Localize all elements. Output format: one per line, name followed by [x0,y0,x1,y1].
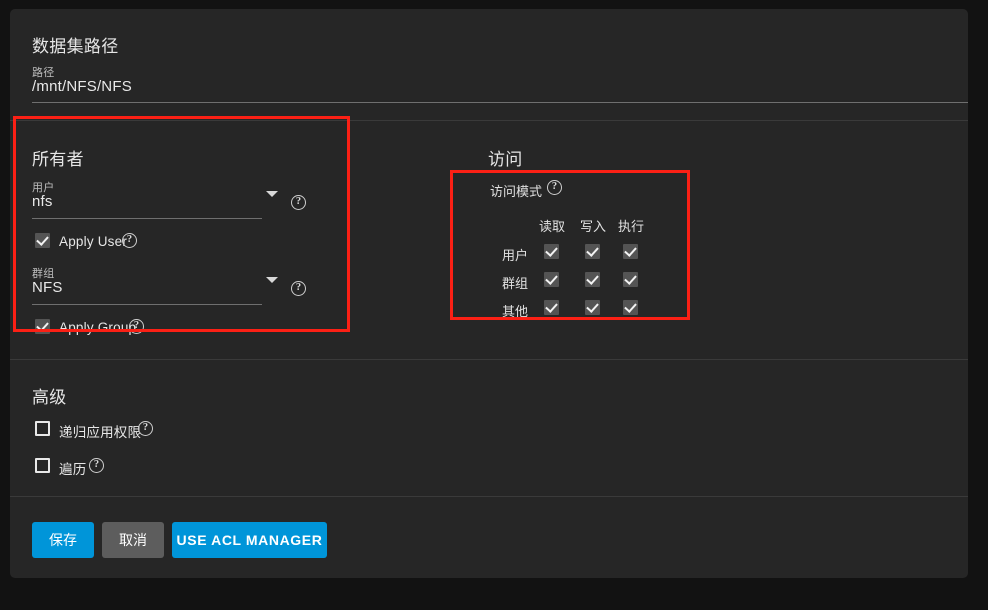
help-icon[interactable]: ? [291,195,306,210]
help-icon[interactable]: ? [89,458,104,473]
recursive-apply-label: 递归应用权限 [59,425,142,440]
perm-row-other: 其他 [501,304,528,319]
help-icon[interactable]: ? [138,421,153,436]
path-field-value[interactable]: /mnt/NFS/NFS [32,78,132,95]
cancel-button[interactable]: 取消 [102,522,164,558]
perm-user-execute-checkbox[interactable] [623,244,638,259]
perm-row-group: 群组 [501,276,528,291]
group-select-underline [32,304,262,305]
path-field-underline [32,102,968,103]
perm-col-write: 写入 [579,219,606,234]
perm-row-user: 用户 [501,248,528,263]
apply-group-label: Apply Group [59,320,137,335]
access-title: 访问 [488,150,523,169]
apply-group-checkbox[interactable] [35,319,50,334]
dataset-path-title: 数据集路径 [32,37,119,56]
perm-other-execute-checkbox[interactable] [623,300,638,315]
permissions-edit-card: 数据集路径 路径 /mnt/NFS/NFS 所有者 用户 nfs ? Apply… [10,9,968,578]
help-icon[interactable]: ? [547,180,562,195]
perm-user-read-checkbox[interactable] [544,244,559,259]
perm-other-read-checkbox[interactable] [544,300,559,315]
divider-owner-advanced [10,359,968,360]
owner-title: 所有者 [32,150,84,169]
apply-user-label: Apply User [59,234,128,249]
perm-col-read: 读取 [538,219,565,234]
traverse-checkbox[interactable] [35,458,50,473]
user-select-underline [32,218,262,219]
group-select-value[interactable]: NFS [32,279,63,296]
help-icon[interactable]: ? [122,233,137,248]
advanced-title: 高级 [32,388,67,407]
help-icon[interactable]: ? [129,319,144,334]
chevron-down-icon[interactable] [266,277,278,283]
help-icon[interactable]: ? [291,281,306,296]
recursive-apply-checkbox[interactable] [35,421,50,436]
traverse-label: 遍历 [59,462,87,477]
user-select-value[interactable]: nfs [32,193,53,210]
divider-advanced-actions [10,496,968,497]
use-acl-manager-button[interactable]: USE ACL MANAGER [172,522,327,558]
access-mode-label: 访问模式 [490,181,542,200]
perm-col-execute: 执行 [617,219,644,234]
perm-other-write-checkbox[interactable] [585,300,600,315]
perm-group-write-checkbox[interactable] [585,272,600,287]
perm-user-write-checkbox[interactable] [585,244,600,259]
apply-user-checkbox[interactable] [35,233,50,248]
perm-group-execute-checkbox[interactable] [623,272,638,287]
divider-path-owner [10,120,968,121]
save-button[interactable]: 保存 [32,522,94,558]
chevron-down-icon[interactable] [266,191,278,197]
access-mode-label-text: 访问模式 [490,184,543,199]
perm-group-read-checkbox[interactable] [544,272,559,287]
